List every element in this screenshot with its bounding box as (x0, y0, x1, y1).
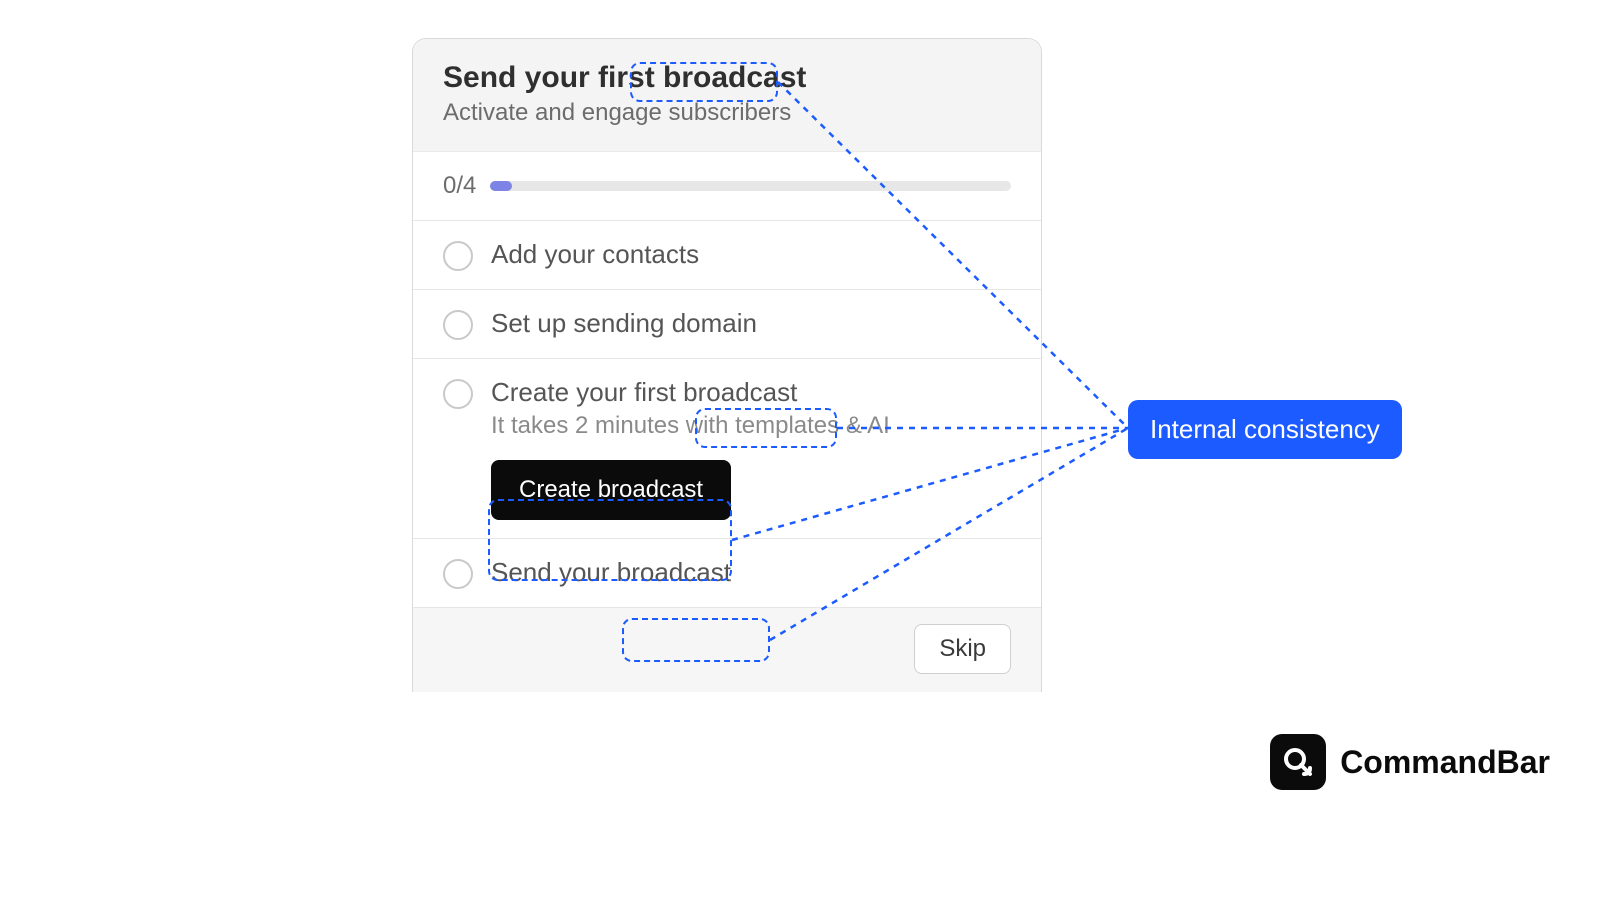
progress-label: 0/4 (443, 172, 476, 200)
card-subtitle: Activate and engage subscribers (443, 99, 1011, 127)
create-broadcast-button[interactable]: Create broadcast (491, 460, 731, 520)
annotation-label: Internal consistency (1128, 400, 1402, 459)
card-header: Send your first broadcast Activate and e… (413, 39, 1041, 152)
progress-track (490, 181, 1011, 191)
progress-section: 0/4 (413, 152, 1041, 220)
skip-button[interactable]: Skip (914, 624, 1011, 674)
step-create-broadcast[interactable]: Create your first broadcast It takes 2 m… (413, 358, 1041, 538)
onboarding-card: Send your first broadcast Activate and e… (412, 38, 1042, 692)
step-sending-domain[interactable]: Set up sending domain (413, 289, 1041, 358)
step-send-broadcast[interactable]: Send your broadcast (413, 538, 1041, 607)
card-footer: Skip (413, 607, 1041, 692)
commandbar-logo-icon (1270, 734, 1326, 790)
step-subtitle: It takes 2 minutes with templates & AI (491, 412, 1011, 440)
radio-icon (443, 310, 473, 340)
commandbar-logo-text: CommandBar (1340, 744, 1550, 781)
step-add-contacts[interactable]: Add your contacts (413, 220, 1041, 289)
radio-icon (443, 559, 473, 589)
step-title: Create your first broadcast (491, 377, 1011, 408)
step-title: Add your contacts (491, 239, 1011, 270)
radio-icon (443, 379, 473, 409)
annotation-label-text: Internal consistency (1150, 414, 1380, 444)
radio-icon (443, 241, 473, 271)
card-title: Send your first broadcast (443, 61, 1011, 95)
step-title: Set up sending domain (491, 308, 1011, 339)
step-title: Send your broadcast (491, 557, 1011, 588)
commandbar-watermark: CommandBar (1270, 734, 1550, 790)
progress-fill (490, 181, 512, 191)
